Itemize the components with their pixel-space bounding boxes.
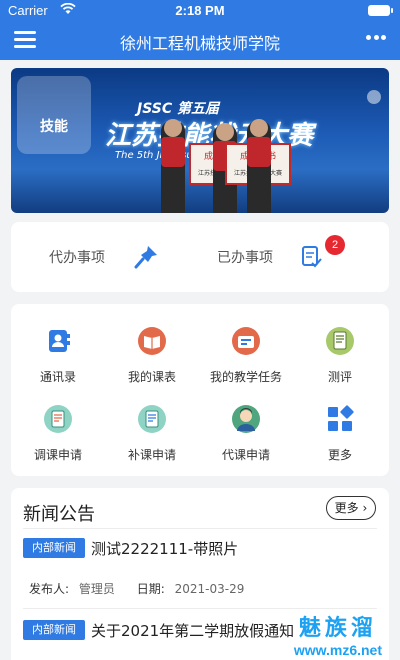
- todo-card: 代办事项 已办事项 2: [11, 222, 389, 292]
- banner-person: [247, 119, 271, 213]
- news-tag: 内部新闻: [23, 538, 85, 558]
- function-grid: 通讯录 我的课表 我的教学任务 测评 调课申请 补课申请 代课申请 更多: [11, 304, 389, 476]
- banner-brand-logo: 技能: [17, 76, 91, 154]
- teaching-task-icon: [232, 327, 260, 355]
- status-time: 2:18 PM: [175, 3, 225, 18]
- news-section-title: 新闻公告: [23, 504, 95, 525]
- chevron-right-icon: ›: [362, 501, 368, 515]
- app-header: Carrier 2:18 PM 徐州工程机械技师学院: [0, 0, 400, 60]
- publisher-label: 发布人:: [29, 582, 70, 596]
- news-more-label: 更多: [334, 501, 359, 515]
- grid-item-label: 代课申请: [221, 448, 270, 462]
- pending-tasks-button[interactable]: 代办事项: [49, 222, 159, 292]
- makeup-doc-icon: [138, 405, 166, 433]
- grid-item-makeup-request[interactable]: 补课申请: [105, 404, 199, 463]
- divider: [23, 608, 377, 609]
- more-options-icon[interactable]: [366, 35, 386, 41]
- banner-carousel[interactable]: 技能 JSSC 第五届 江苏技能状元大赛 The 5th Jiangsu Ski…: [11, 68, 389, 213]
- reschedule-doc-icon: [44, 405, 72, 433]
- grid-item-contacts[interactable]: 通讯录: [11, 326, 105, 385]
- news-title[interactable]: 关于2021年第二学期放假通知: [91, 620, 294, 641]
- grid-item-evaluation[interactable]: 测评: [293, 326, 387, 385]
- grid-item-label: 更多: [327, 448, 352, 462]
- more-grid-icon: [328, 405, 354, 431]
- contacts-icon: [49, 330, 70, 352]
- watermark-logo: 魅族溜 www.mz6.net: [293, 616, 382, 658]
- grid-item-schedule[interactable]: 我的课表: [105, 326, 199, 385]
- status-bar: Carrier 2:18 PM: [0, 0, 400, 22]
- pushpin-icon: [134, 246, 157, 269]
- evaluation-icon: [326, 327, 354, 355]
- carousel-indicator[interactable]: [367, 90, 381, 104]
- news-tag: 内部新闻: [23, 620, 85, 640]
- grid-item-substitute-request[interactable]: 代课申请: [199, 404, 293, 463]
- pending-tasks-label: 代办事项: [49, 250, 105, 266]
- done-count-badge: 2: [325, 235, 345, 255]
- schedule-book-icon: [138, 327, 166, 355]
- news-more-button[interactable]: 更多 ›: [326, 496, 376, 520]
- done-tasks-button[interactable]: 已办事项 2: [217, 222, 345, 292]
- grid-item-label: 调课申请: [33, 448, 82, 462]
- news-title[interactable]: 测试2222111-带照片: [91, 538, 238, 559]
- teacher-avatar-icon: [232, 405, 260, 433]
- grid-item-label: 通讯录: [39, 370, 76, 384]
- date-value: 2021-03-29: [174, 582, 245, 596]
- nav-bar: 徐州工程机械技师学院: [0, 22, 400, 60]
- grid-item-teaching-tasks[interactable]: 我的教学任务: [199, 326, 293, 385]
- grid-item-label: 我的课表: [127, 370, 176, 384]
- divider: [23, 528, 377, 529]
- document-check-icon: 2: [301, 235, 345, 269]
- grid-item-label: 补课申请: [127, 448, 176, 462]
- page-title: 徐州工程机械技师学院: [119, 34, 280, 53]
- done-tasks-label: 已办事项: [217, 250, 273, 266]
- banner-person: [161, 119, 185, 213]
- grid-item-more[interactable]: 更多: [293, 404, 387, 463]
- grid-item-label: 测评: [327, 370, 352, 384]
- publisher-value: 管理员: [78, 582, 115, 596]
- date-label: 日期:: [136, 582, 165, 596]
- news-meta: 发布人: 管理员 日期: 2021-03-29: [29, 580, 262, 597]
- grid-item-label: 我的教学任务: [209, 370, 282, 384]
- grid-item-reschedule-request[interactable]: 调课申请: [11, 404, 105, 463]
- battery-icon: [368, 5, 393, 16]
